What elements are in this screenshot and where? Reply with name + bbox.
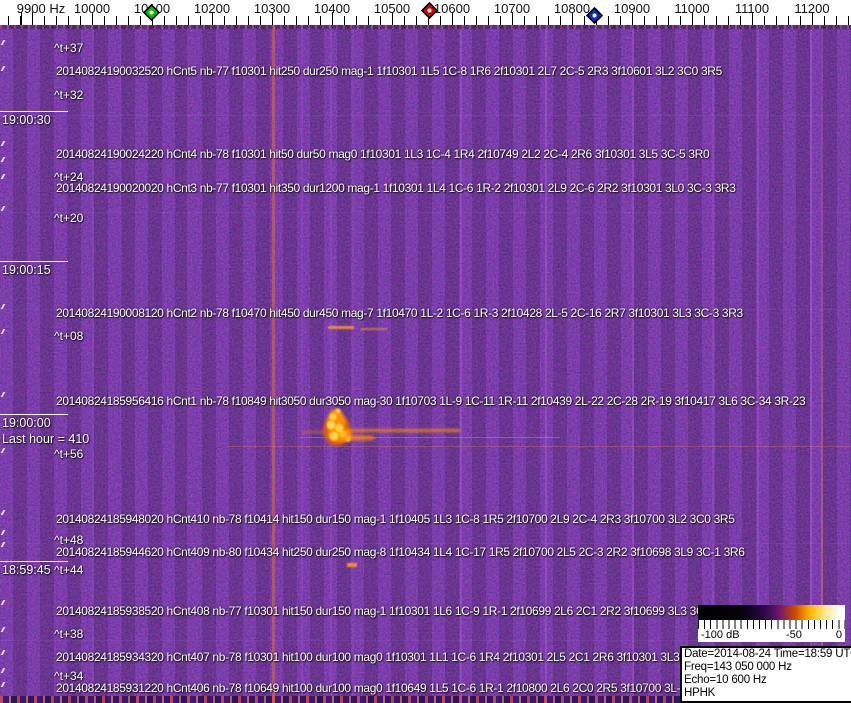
detection-line: 20140824190024220 hCnt4 nb-78 f10301 hit…	[56, 147, 710, 161]
db-scale-label: -100 dB	[701, 629, 740, 641]
db-color-scale: -100 dB -50 0	[698, 605, 845, 642]
t-marker: ^t+38	[54, 627, 84, 641]
freq-marker-green-diamond[interactable]	[142, 3, 161, 22]
status-frequency: Freq=143 050 000 Hz	[684, 661, 792, 673]
status-echo-freq: Echo=10 600 Hz	[684, 674, 767, 686]
detection-line: 20140824190020020 hCnt3 nb-77 f10301 hit…	[56, 181, 736, 195]
detection-line: 20140824190008120 hCnt2 nb-78 f10470 hit…	[56, 306, 743, 320]
time-label: 19:00:30	[0, 111, 68, 127]
db-gradient-bar	[698, 605, 845, 620]
detection-line: 20140824185948020 hCnt410 nb-78 f10414 h…	[56, 512, 735, 526]
status-info-box: Date=2014-08-24 Time=18:59 UTC Freq=143 …	[680, 646, 851, 703]
detection-line: 20140824190032520 hCnt5 nb-77 f10301 hit…	[56, 64, 722, 78]
detection-line: 20140824185934320 hCnt407 nb-78 f10301 h…	[56, 650, 707, 664]
time-label: 19:00:00	[0, 414, 68, 430]
detection-line: 20140824185931220 hCnt406 nb-78 f10649 h…	[56, 681, 715, 695]
db-scale-ticks	[698, 620, 845, 629]
t-marker: ^t+20	[54, 211, 84, 225]
t-marker: ^t+56	[54, 447, 84, 461]
status-date-time: Date=2014-08-24 Time=18:59 UTC	[684, 648, 851, 660]
meteor-echo-layer	[228, 326, 851, 567]
time-label: 19:00:15	[0, 261, 68, 277]
db-scale-label: -50	[786, 629, 802, 641]
detection-line: 20140824185944620 hCnt409 nb-80 f10434 h…	[56, 545, 745, 559]
detection-line: 20140824185938520 hCnt408 nb-77 f10301 h…	[56, 604, 739, 618]
detection-line: 20140824185956416 hCnt1 nb-78 f10849 hit…	[56, 394, 806, 408]
t-marker: ^t+44	[54, 563, 84, 577]
freq-marker-blue-diamond[interactable]	[585, 6, 604, 25]
status-station-id: HPHK	[684, 687, 716, 699]
spectrogram-canvas	[0, 25, 851, 703]
t-marker: ^t+32	[54, 88, 84, 102]
last-hour-counter: Last hour = 410	[2, 432, 90, 446]
hphk-spectrogram-window: 9900 Hz 10000 10100 10200 10300 10400 10…	[0, 0, 851, 703]
t-marker: ^t+08	[54, 329, 84, 343]
db-scale-label: 0	[835, 629, 842, 641]
frequency-axis: 9900 Hz 10000 10100 10200 10300 10400 10…	[0, 0, 851, 25]
freq-marker-red-diamond[interactable]	[420, 1, 439, 20]
t-marker: ^t+37	[54, 41, 84, 55]
